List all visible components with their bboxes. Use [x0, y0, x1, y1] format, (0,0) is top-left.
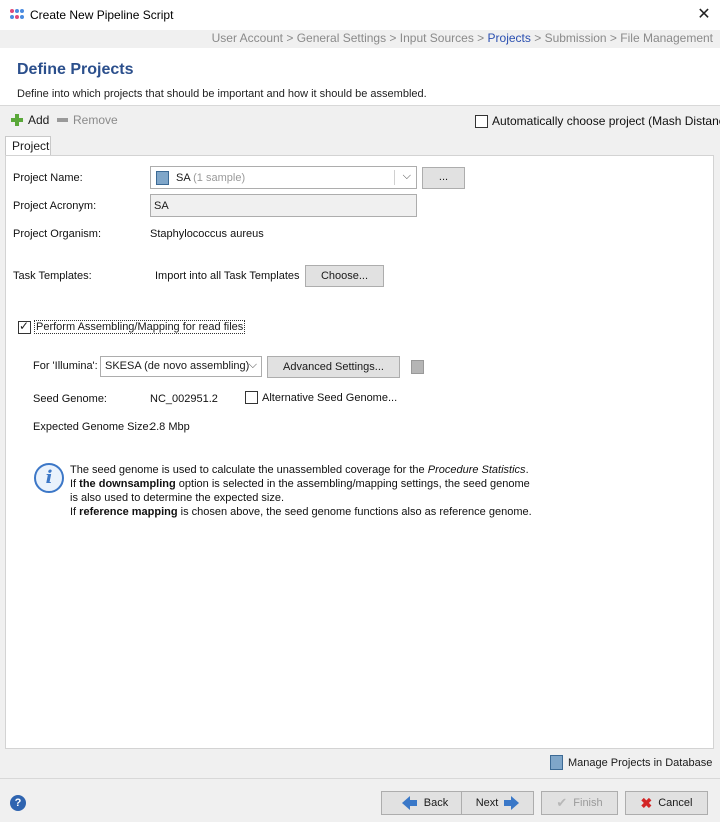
finish-button[interactable]: ✔ Finish — [541, 791, 618, 815]
project-sample-count: (1 sample) — [193, 172, 246, 184]
auto-choose-project-option[interactable]: Automatically choose project (Mash Dista… — [475, 114, 720, 128]
for-illumina-label: For 'Illumina': — [33, 360, 98, 372]
add-button[interactable]: Add — [11, 113, 49, 127]
alternative-seed-label: Alternative Seed Genome... — [262, 391, 398, 404]
manage-projects-label: Manage Projects in Database — [568, 756, 713, 769]
seed-genome-value: NC_002951.2 — [150, 393, 218, 405]
arrow-right-icon — [504, 796, 520, 810]
expected-genome-size-label: Expected Genome Size: — [33, 421, 152, 433]
project-name-value: SA — [176, 172, 191, 184]
breadcrumb-item[interactable]: Submission — [545, 31, 607, 45]
chevron-down-icon: ⌵ — [248, 359, 257, 371]
help-icon[interactable]: ? — [10, 795, 26, 811]
remove-label: Remove — [73, 113, 118, 127]
breadcrumb-item[interactable]: File Management — [620, 31, 713, 45]
back-button[interactable]: Back — [381, 791, 469, 815]
project-acronym-label: Project Acronym: — [13, 200, 97, 212]
arrow-left-icon — [401, 796, 417, 810]
add-label: Add — [28, 113, 50, 127]
check-icon: ✔ — [556, 795, 568, 810]
footer-divider — [0, 778, 720, 779]
minus-icon — [57, 118, 68, 122]
breadcrumb-separator: > — [473, 31, 488, 45]
auto-choose-checkbox[interactable] — [475, 114, 488, 128]
info-text-line-3: is also used to determine the expected s… — [70, 492, 285, 504]
breadcrumb-separator: > — [530, 31, 545, 45]
project-name-label: Project Name: — [13, 172, 83, 184]
advanced-settings-button[interactable]: Advanced Settings... — [267, 356, 400, 378]
window-title: Create New Pipeline Script — [30, 8, 174, 22]
next-label: Next — [475, 797, 499, 809]
manage-projects-button[interactable]: Manage Projects in Database — [550, 755, 712, 770]
window-title-bar: Create New Pipeline Script ✕ — [0, 0, 720, 30]
breadcrumb-item[interactable]: Projects — [488, 31, 531, 45]
project-organism-value: Staphylococcus aureus — [150, 228, 264, 240]
info-icon: i — [34, 463, 64, 493]
project-icon — [156, 171, 169, 185]
perform-assembling-checkbox[interactable] — [18, 319, 31, 334]
cancel-button[interactable]: ✖ Cancel — [625, 791, 708, 815]
back-label: Back — [423, 797, 449, 809]
import-all-templates-label: Import into all Task Templates — [155, 270, 300, 282]
task-templates-label: Task Templates: — [13, 270, 92, 282]
copy-settings-icon[interactable] — [411, 360, 424, 374]
breadcrumb: User Account > General Settings > Input … — [212, 31, 713, 45]
close-icon[interactable]: ✕ — [692, 4, 716, 26]
app-icon — [10, 9, 24, 21]
perform-assembling-option[interactable]: Perform Assembling/Mapping for read file… — [18, 319, 246, 334]
info-text-line-2: If the downsampling option is selected i… — [70, 478, 530, 490]
auto-choose-label: Automatically choose project (Mash Dista… — [492, 114, 720, 128]
alternative-seed-checkbox[interactable] — [245, 391, 258, 404]
project-organism-label: Project Organism: — [13, 228, 102, 240]
breadcrumb-separator: > — [606, 31, 621, 45]
database-icon — [550, 755, 563, 770]
assembler-dropdown[interactable]: SKESA (de novo assembling) ⌵ — [100, 356, 262, 377]
project-name-dropdown[interactable]: SA (1 sample) ⌵ — [150, 166, 417, 189]
alternative-seed-genome-option[interactable]: Alternative Seed Genome... — [245, 391, 397, 404]
project-panel — [5, 155, 714, 749]
breadcrumb-separator: > — [283, 31, 297, 45]
perform-assembling-label: Perform Assembling/Mapping for read file… — [34, 320, 246, 334]
x-icon: ✖ — [640, 794, 653, 811]
chevron-down-icon: ⌵ — [402, 170, 411, 182]
info-text-line-1: The seed genome is used to calculate the… — [70, 464, 529, 476]
expected-genome-size-value: 2.8 Mbp — [150, 421, 190, 433]
seed-genome-label: Seed Genome: — [33, 393, 107, 405]
plus-icon — [11, 114, 23, 126]
browse-projects-button[interactable]: ... — [422, 167, 465, 189]
finish-label: Finish — [573, 797, 603, 809]
cancel-label: Cancel — [658, 797, 693, 809]
breadcrumb-item[interactable]: Input Sources — [400, 31, 474, 45]
breadcrumb-separator: > — [386, 31, 400, 45]
breadcrumb-item[interactable]: User Account — [212, 31, 283, 45]
breadcrumb-item[interactable]: General Settings — [297, 31, 386, 45]
info-text-line-4: If reference mapping is chosen above, th… — [70, 506, 532, 518]
choose-templates-button[interactable]: Choose... — [305, 265, 384, 287]
assembler-value: SKESA (de novo assembling) — [105, 360, 250, 372]
next-button[interactable]: Next — [461, 791, 534, 815]
page-title: Define Projects — [17, 61, 134, 78]
project-acronym-field[interactable]: SA — [150, 194, 417, 217]
page-subtitle: Define into which projects that should b… — [17, 88, 427, 100]
tab-project[interactable]: Project — [5, 136, 51, 156]
remove-button[interactable]: Remove — [57, 113, 118, 127]
page-header: Define Projects Define into which projec… — [0, 48, 720, 106]
